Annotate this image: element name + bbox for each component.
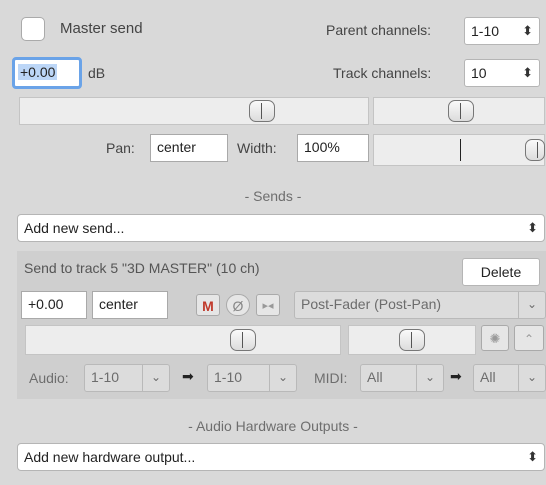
volume-input[interactable]: +0.00 xyxy=(12,57,82,89)
send-automation-icon[interactable]: ⌃ xyxy=(514,325,544,351)
midi-arrow-icon: ➡ xyxy=(450,368,462,384)
audio-arrow-icon: ➡ xyxy=(182,368,194,384)
master-send-label: Master send xyxy=(60,20,143,37)
volume-slider-thumb[interactable] xyxy=(249,100,275,122)
track-channels-value: 10 xyxy=(471,65,487,81)
chevron-down-icon: ⌄ xyxy=(518,365,545,391)
send-midi-source-value: All xyxy=(367,369,383,385)
hardware-section-title: - Audio Hardware Outputs - xyxy=(188,418,358,434)
chevron-down-icon: ⌄ xyxy=(142,365,169,391)
pan-slider[interactable] xyxy=(373,97,545,125)
send-volume-slider[interactable] xyxy=(25,325,341,355)
send-midi-dest-value: All xyxy=(480,369,496,385)
send-audio-dest-select[interactable]: 1-10 ⌄ xyxy=(207,364,297,392)
add-hardware-output-select[interactable]: Add new hardware output... ⬍ xyxy=(17,443,545,471)
parent-channels-label: Parent channels: xyxy=(326,22,432,38)
updown-chevron-icon: ⬍ xyxy=(527,449,538,464)
send-mode-value: Post-Fader (Post-Pan) xyxy=(301,296,442,312)
master-send-checkbox[interactable] xyxy=(21,17,45,41)
delete-send-button[interactable]: Delete xyxy=(462,258,540,286)
volume-slider[interactable] xyxy=(19,97,369,125)
add-hardware-output-label: Add new hardware output... xyxy=(24,449,196,465)
send-volume-input[interactable]: +0.00 xyxy=(21,291,87,319)
sends-section-title: - Sends - xyxy=(244,188,302,204)
pan-label: Pan: xyxy=(106,140,135,156)
updown-chevron-icon: ⬍ xyxy=(527,220,538,235)
updown-chevron-icon: ⬍ xyxy=(522,23,533,38)
send-audio-label: Audio: xyxy=(29,370,69,386)
send-envelope-icon[interactable]: ✺ xyxy=(481,325,509,351)
chevron-down-icon: ⌄ xyxy=(416,365,443,391)
volume-value: +0.00 xyxy=(18,64,58,80)
track-channels-label: Track channels: xyxy=(333,65,432,81)
parent-channels-value: 1-10 xyxy=(471,23,500,39)
send-audio-source-select[interactable]: 1-10 ⌄ xyxy=(84,364,170,392)
track-channels-select[interactable]: 10 ⬍ xyxy=(464,59,540,87)
add-new-send-select[interactable]: Add new send... ⬍ xyxy=(17,214,545,242)
width-slider-center-mark xyxy=(460,139,461,161)
send-phase-button[interactable]: Ø xyxy=(226,294,250,316)
send-pan-slider[interactable] xyxy=(348,325,476,355)
chevron-down-icon: ⌄ xyxy=(269,365,296,391)
send-audio-source-value: 1-10 xyxy=(91,369,120,385)
send-mute-button[interactable]: M xyxy=(196,294,220,316)
send-title: Send to track 5 "3D MASTER" (10 ch) xyxy=(24,260,260,276)
width-label: Width: xyxy=(237,140,277,156)
send-midi-dest-select[interactable]: All ⌄ xyxy=(473,364,546,392)
send-midi-label: MIDI: xyxy=(314,370,348,386)
width-slider-thumb[interactable] xyxy=(525,139,545,161)
add-new-send-label: Add new send... xyxy=(24,220,125,236)
width-slider[interactable] xyxy=(373,134,545,166)
parent-channels-select[interactable]: 1-10 ⬍ xyxy=(464,17,540,45)
volume-unit: dB xyxy=(88,65,106,81)
updown-chevron-icon: ⬍ xyxy=(522,65,533,80)
send-pan-input[interactable]: center xyxy=(92,291,168,319)
send-mode-select[interactable]: Post-Fader (Post-Pan) ⌄ xyxy=(294,291,546,319)
send-volume-slider-thumb[interactable] xyxy=(230,329,256,351)
pan-input[interactable]: center xyxy=(150,134,228,162)
phase-label: Ø xyxy=(232,298,244,314)
send-mono-stereo-icon[interactable]: ▸◂ xyxy=(256,294,280,316)
delete-send-label: Delete xyxy=(480,264,522,280)
send-audio-dest-value: 1-10 xyxy=(214,369,243,385)
chevron-down-icon: ⌄ xyxy=(518,292,545,318)
send-midi-source-select[interactable]: All ⌄ xyxy=(360,364,444,392)
pan-slider-thumb[interactable] xyxy=(448,100,474,122)
width-input[interactable]: 100% xyxy=(297,134,369,162)
mute-label: M xyxy=(202,298,214,314)
send-pan-slider-thumb[interactable] xyxy=(399,329,425,351)
